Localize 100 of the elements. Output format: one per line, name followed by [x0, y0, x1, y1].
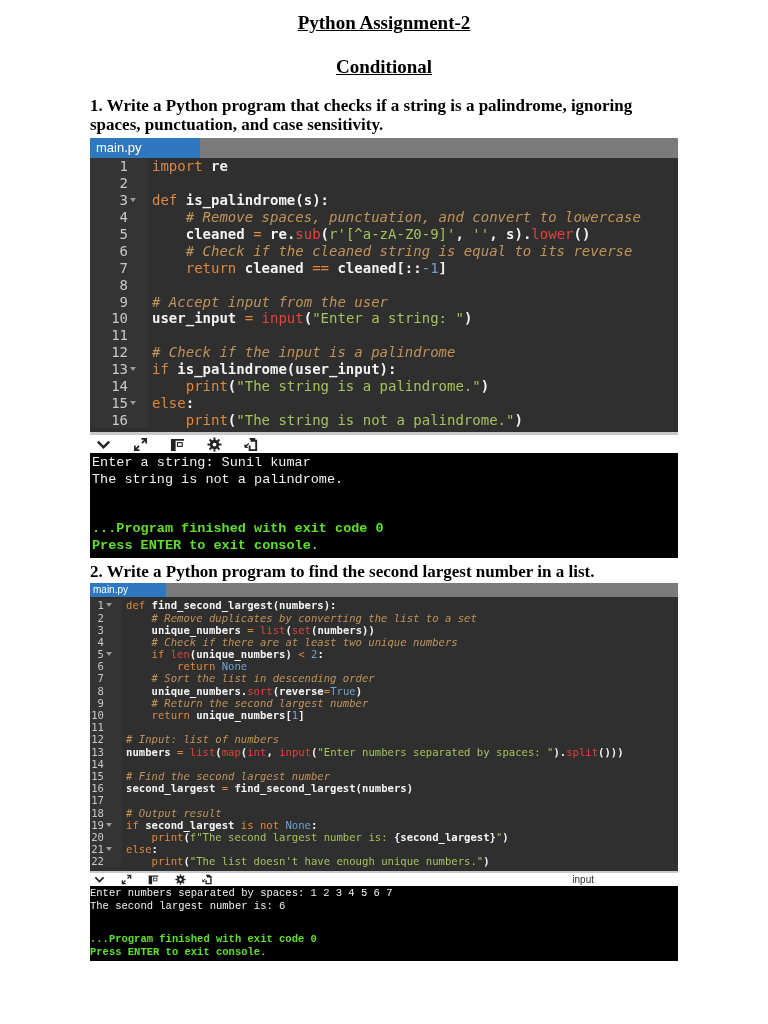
- line-number: 7: [119, 259, 128, 276]
- document-subtitle: Conditional: [334, 56, 434, 78]
- line-number: 22: [91, 855, 104, 868]
- chevron-down-icon[interactable]: [94, 874, 105, 886]
- console-status: Press ENTER to exit console.: [92, 537, 320, 555]
- line-number: 4: [119, 209, 128, 226]
- question-text: 2. Write a Python program to find the second largest number in a list.: [90, 562, 596, 582]
- line-number: 16: [91, 782, 104, 795]
- code-line: def is_palindrome(s):: [151, 192, 329, 209]
- console-status: ...Program finished with exit code 0: [92, 520, 385, 538]
- code-line: unique_numbers = list(set(numbers)): [150, 623, 375, 636]
- line-number: 13: [91, 745, 104, 758]
- code-line: print(f"The second largest number is: {second_largest}"): [151, 830, 509, 843]
- code-line: return cleaned == cleaned[::-1]: [184, 259, 448, 276]
- console-status: Press ENTER to exit console.: [90, 946, 268, 960]
- code-line: numbers = list(map(int, input("Enter numbers separated by spaces: ").split())): [125, 745, 624, 758]
- code-line: else:: [125, 843, 158, 856]
- fold-icon[interactable]: [130, 367, 136, 372]
- code-editor[interactable]: [90, 158, 678, 433]
- line-number: 9: [119, 293, 128, 310]
- code-line: # Remove duplicates by converting the list to a set: [150, 611, 477, 624]
- code-line: print("The string is not a palindrome."): [184, 411, 523, 428]
- code-line: # Check if the cleaned string is equal to its reverse: [184, 242, 633, 259]
- line-number: 3: [119, 192, 128, 209]
- fold-icon[interactable]: [130, 400, 136, 405]
- line-number: 11: [91, 721, 104, 734]
- code-line: # Output result: [125, 806, 222, 819]
- console-output: Enter a string: Sunil kumar: [92, 454, 312, 472]
- fold-icon[interactable]: [106, 822, 112, 827]
- code-line: print("The string is a palindrome."): [184, 378, 490, 394]
- code-line: print("The list doesn't have enough unique numbers."): [150, 855, 490, 868]
- line-number: 15: [91, 769, 104, 782]
- clipboard-arrow-icon[interactable]: [202, 874, 213, 886]
- line-number: 15: [111, 394, 128, 411]
- file-tab[interactable]: main.py: [90, 138, 200, 158]
- console-output: The second largest number is: 6: [90, 900, 287, 914]
- line-number: 6: [97, 660, 104, 673]
- fold-icon[interactable]: [130, 198, 136, 203]
- fold-icon[interactable]: [106, 847, 112, 852]
- code-line: # Remove spaces, punctuation, and convert to lowercase: [184, 209, 641, 226]
- document-title: Python Assignment-2: [296, 12, 472, 34]
- code-line: # Find the second largest number: [125, 769, 331, 782]
- line-number: 2: [97, 611, 104, 624]
- panel-icon[interactable]: [148, 874, 159, 886]
- line-number: 20: [91, 830, 104, 843]
- clipboard-arrow-icon[interactable]: [244, 436, 259, 452]
- expand-icon[interactable]: [121, 874, 132, 886]
- fold-icon[interactable]: [106, 652, 112, 657]
- line-number: 2: [119, 175, 128, 192]
- line-number: 6: [119, 242, 128, 259]
- input-tab[interactable]: input: [572, 874, 594, 886]
- code-line: user_input = input("Enter a string: "): [151, 310, 473, 327]
- expand-icon[interactable]: [133, 436, 148, 452]
- line-number: 8: [119, 276, 128, 293]
- line-number: 5: [119, 226, 128, 242]
- line-number: 12: [111, 344, 128, 361]
- line-number: 18: [91, 806, 104, 819]
- line-number: 4: [97, 635, 104, 648]
- line-number: 8: [97, 684, 104, 697]
- line-number: 1: [97, 599, 104, 612]
- code-line: def find_second_largest(numbers):: [125, 599, 337, 612]
- code-line: # Check if there are at least two unique numbers: [150, 635, 458, 648]
- file-tab[interactable]: main.py: [90, 583, 166, 598]
- fold-icon[interactable]: [106, 603, 112, 608]
- line-number: 13: [111, 361, 128, 378]
- code-line: second_largest = find_second_largest(numbers): [125, 782, 414, 795]
- code-line: return unique_numbers[1]: [150, 709, 305, 722]
- line-number: 17: [91, 794, 104, 807]
- line-number: 9: [97, 696, 104, 709]
- code-line: if second_largest is not None:: [125, 818, 318, 831]
- line-number: 3: [97, 623, 104, 636]
- code-line: unique_numbers.sort(reverse=True): [150, 684, 363, 697]
- question-text: 1. Write a Python program that checks if a string is a palindrome, ignoring spaces, punctuation, and case sensitivity.: [90, 96, 634, 134]
- line-number: 19: [91, 818, 104, 831]
- line-number: 11: [111, 327, 128, 344]
- code-editor[interactable]: [90, 597, 678, 872]
- code-line: # Accept input from the user: [151, 293, 388, 310]
- settings-icon[interactable]: [207, 436, 222, 452]
- code-line: cleaned = re.sub(r'[^a-zA-Z0-9]', '', s).lower(): [184, 226, 591, 242]
- line-number: 14: [91, 757, 104, 770]
- code-line: else:: [151, 394, 195, 411]
- settings-icon[interactable]: [175, 874, 186, 886]
- panel-icon[interactable]: [170, 436, 185, 452]
- line-number: 16: [111, 411, 128, 428]
- console-output: The string is not a palindrome.: [92, 471, 345, 489]
- code-line: import re: [151, 158, 228, 175]
- console-status: ...Program finished with exit code 0: [90, 933, 318, 947]
- line-number: 14: [111, 378, 128, 394]
- line-number: 1: [119, 158, 128, 175]
- code-line: if len(unique_numbers) < 2:: [150, 648, 324, 661]
- line-number: 10: [91, 709, 104, 722]
- line-number: 12: [91, 733, 104, 746]
- code-line: # Input: list of numbers: [125, 733, 280, 746]
- console-output: Enter numbers separated by spaces: 1 2 3 4 5 6 7: [90, 887, 394, 901]
- line-number: 10: [111, 310, 128, 327]
- line-number: 21: [91, 843, 104, 856]
- code-line: # Sort the list in descending order: [150, 672, 375, 685]
- code-line: if is_palindrome(user_input):: [151, 361, 397, 378]
- code-line: return None: [176, 660, 248, 673]
- line-number: 7: [97, 672, 104, 685]
